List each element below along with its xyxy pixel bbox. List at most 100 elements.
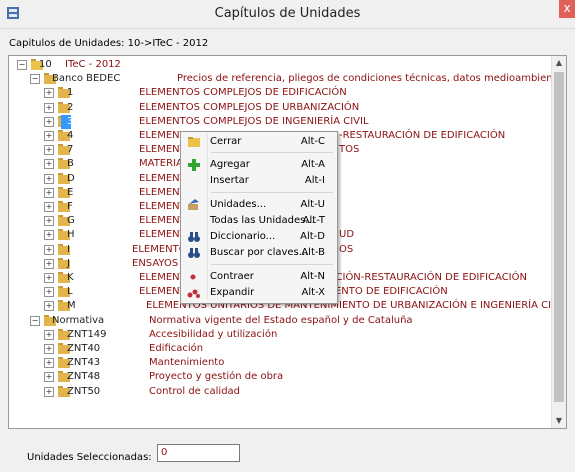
- expand-node-icon[interactable]: +: [44, 344, 54, 354]
- node-code: I: [67, 243, 70, 255]
- expand-node-icon[interactable]: +: [44, 131, 54, 141]
- node-code: 10: [39, 59, 52, 70]
- expand-node-icon[interactable]: +: [44, 145, 54, 156]
- tree-caption: Capitulos de Unidades: 10->ITeC - 2012: [9, 38, 209, 49]
- scroll-up-arrow-icon[interactable]: ▲: [552, 56, 566, 70]
- node-code: Normativa: [52, 314, 105, 326]
- menu-item-contraer[interactable]: Contraer Alt-N: [183, 269, 333, 285]
- menu-shortcut: Alt-T: [302, 215, 325, 226]
- menu-item-agregar[interactable]: Agregar Alt-A: [183, 157, 333, 173]
- binoculars-icon: [188, 232, 200, 242]
- node-description: Precios de referencia, pliegos de condic…: [177, 73, 566, 85]
- context-menu: Cerrar Alt-C Agregar Alt-A Insertar Alt-…: [180, 131, 338, 304]
- expand-node-icon[interactable]: +: [44, 386, 54, 397]
- menu-item-expandir[interactable]: Expandir Alt-X: [183, 285, 333, 301]
- expand-node-icon[interactable]: +: [44, 187, 54, 198]
- expand-node-icon[interactable]: +: [44, 244, 54, 255]
- close-button[interactable]: x: [559, 0, 575, 18]
- expand-node-icon[interactable]: +: [44, 116, 54, 127]
- node-description: Proyecto y gestión de obra: [149, 371, 284, 383]
- menu-separator: [211, 152, 333, 153]
- menu-label: Insertar: [210, 175, 249, 186]
- node-description-tail: -RESTAURACIÓN DE EDIFICACIÓN: [339, 130, 506, 141]
- menu-label: Buscar por claves...: [210, 247, 309, 258]
- node-description: Edificación: [149, 343, 204, 354]
- menu-label: Unidades...: [210, 199, 267, 210]
- menu-item-cerrar[interactable]: Cerrar Alt-C: [183, 134, 333, 150]
- menu-shortcut: Alt-C: [300, 136, 325, 147]
- expand-node-icon[interactable]: +: [44, 273, 54, 283]
- node-description: ITeC - 2012: [65, 59, 121, 70]
- node-code: ZNT43: [67, 357, 101, 369]
- menu-label: Todas las Unidades...: [210, 215, 315, 226]
- folder-close-icon: [188, 137, 200, 147]
- expand-node-icon[interactable]: +: [44, 287, 54, 298]
- scroll-down-arrow-icon[interactable]: ▼: [552, 414, 566, 428]
- expand-node-icon[interactable]: +: [44, 216, 54, 227]
- node-code: H: [67, 229, 75, 241]
- node-code: 2: [67, 101, 74, 113]
- node-code: M: [67, 300, 76, 312]
- node-code: J: [67, 257, 70, 269]
- menu-item-diccionario[interactable]: Diccionario... Alt-D: [183, 229, 333, 245]
- expand-node-icon[interactable]: +: [44, 258, 54, 269]
- node-code: 7: [67, 144, 74, 156]
- node-description: Mantenimiento: [149, 357, 225, 369]
- node-code: ZNT149: [67, 328, 107, 340]
- selected-units-field[interactable]: 0: [157, 444, 240, 462]
- expand-icon: [187, 289, 200, 298]
- node-code: L: [67, 286, 73, 298]
- title-bar: Capítulos de Unidades x: [0, 0, 575, 29]
- node-code: B: [67, 158, 74, 170]
- collapse-icon: [190, 274, 196, 280]
- vertical-scrollbar[interactable]: ▲ ▼: [551, 56, 566, 428]
- expand-node-icon[interactable]: +: [44, 102, 54, 113]
- expand-node-icon[interactable]: +: [44, 230, 54, 241]
- expand-node-icon[interactable]: +: [44, 329, 54, 340]
- scroll-thumb[interactable]: [554, 72, 564, 402]
- node-description-tail: UD: [339, 229, 355, 241]
- menu-separator: [211, 264, 333, 265]
- node-description: ELEMENTOS COMPLEJOS DE EDIFICACIÓN: [139, 87, 347, 99]
- node-code: D: [67, 172, 75, 184]
- menu-label: Contraer: [210, 271, 254, 282]
- node-code: G: [67, 215, 75, 227]
- node-description: Control de calidad: [149, 385, 241, 397]
- menu-item-buscar-por-claves[interactable]: Buscar por claves... Alt-B: [183, 245, 333, 261]
- node-description-tail: TOS: [339, 144, 360, 156]
- menu-shortcut: Alt-D: [300, 231, 325, 242]
- expand-node-icon[interactable]: +: [44, 358, 54, 369]
- node-code: ZNT50: [67, 385, 101, 397]
- expand-node-icon[interactable]: +: [44, 202, 54, 212]
- menu-shortcut: Alt-B: [301, 247, 325, 258]
- node-code: 1: [67, 87, 74, 99]
- menu-label: Agregar: [210, 159, 250, 170]
- expand-node-icon[interactable]: +: [44, 173, 54, 184]
- menu-shortcut: Alt-A: [301, 159, 325, 170]
- collapse-node-icon[interactable]: −: [30, 74, 40, 85]
- node-description: ELEMENTOS COMPLEJOS DE URBANIZACIÓN: [139, 101, 360, 113]
- menu-separator: [211, 192, 333, 193]
- expand-node-icon[interactable]: +: [44, 88, 54, 99]
- expand-node-icon[interactable]: +: [44, 372, 54, 383]
- node-code: ZNT48: [67, 371, 101, 383]
- binoculars-icon: [188, 248, 200, 258]
- menu-item-insertar[interactable]: Insertar Alt-I: [183, 173, 333, 189]
- menu-item-unidades[interactable]: Unidades... Alt-U: [183, 197, 333, 213]
- window-title: Capítulos de Unidades: [214, 6, 361, 21]
- expand-node-icon[interactable]: +: [44, 159, 54, 170]
- plus-icon: [188, 159, 200, 171]
- collapse-node-icon[interactable]: −: [30, 315, 40, 326]
- node-description: ELEMENTO: [132, 243, 187, 255]
- node-description-tail: OS: [339, 243, 354, 255]
- menu-item-todas-las-unidades[interactable]: Todas las Unidades... Alt-T: [183, 213, 333, 229]
- node-code: 4: [67, 130, 74, 141]
- expand-node-icon[interactable]: +: [44, 301, 54, 312]
- node-code: K: [67, 272, 74, 283]
- menu-shortcut: Alt-N: [300, 271, 325, 282]
- menu-label: Expandir: [210, 287, 255, 298]
- menu-shortcut: Alt-I: [304, 175, 325, 186]
- node-code: ZNT40: [67, 343, 101, 354]
- collapse-node-icon[interactable]: −: [17, 60, 27, 70]
- menu-label: Cerrar: [210, 136, 242, 147]
